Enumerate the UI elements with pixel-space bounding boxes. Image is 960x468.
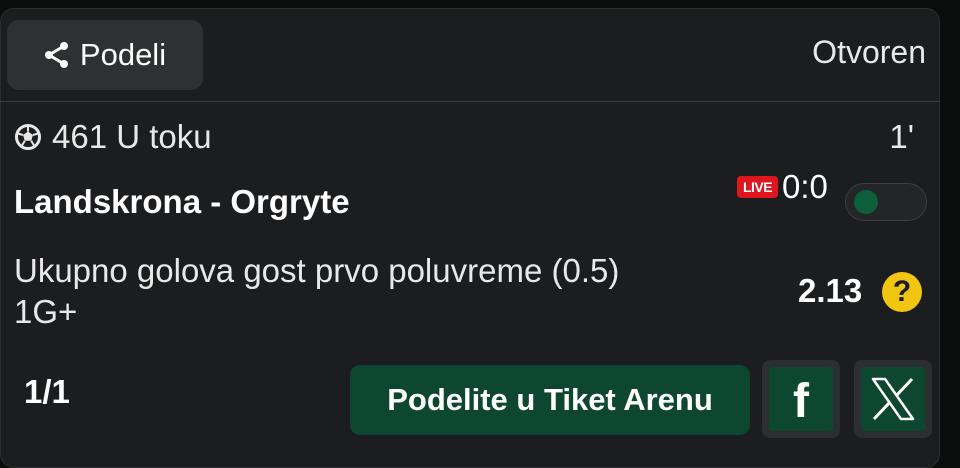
x-twitter-icon: [861, 367, 925, 431]
share-to-arena-button[interactable]: Podelite u Tiket Arenu: [350, 365, 750, 435]
x-share-button[interactable]: [854, 360, 932, 438]
facebook-icon: f: [769, 367, 833, 431]
market-pick: 1G+: [14, 293, 78, 330]
ticket-pager: 1/1: [24, 373, 70, 410]
ticket-status: Otvoren: [812, 34, 926, 70]
match-minute: 1': [889, 118, 914, 155]
question-icon[interactable]: ?: [882, 272, 922, 312]
facebook-share-button[interactable]: f: [762, 360, 840, 438]
share-icon: [44, 41, 70, 69]
soccer-ball-icon: [14, 123, 42, 151]
event-info-row: 461 U toku: [14, 118, 212, 156]
share-label: Podeli: [79, 37, 167, 72]
bet-odds: 2.13: [798, 272, 863, 309]
toggle-knob: [854, 190, 878, 214]
event-code-state: 461 U toku: [52, 118, 212, 155]
header-divider: [0, 101, 940, 102]
live-badge: LIVE: [737, 176, 778, 198]
live-toggle[interactable]: [845, 183, 927, 221]
facebook-glyph: f: [793, 375, 809, 428]
market-name: Ukupno golova gost prvo poluvreme (0.5): [14, 252, 620, 289]
bet-market: Ukupno golova gost prvo poluvreme (0.5) …: [14, 250, 619, 332]
match-score: 0:0: [782, 168, 828, 205]
share-button[interactable]: Podeli: [7, 20, 203, 90]
match-teams: Landskrona - Orgryte: [14, 183, 350, 220]
